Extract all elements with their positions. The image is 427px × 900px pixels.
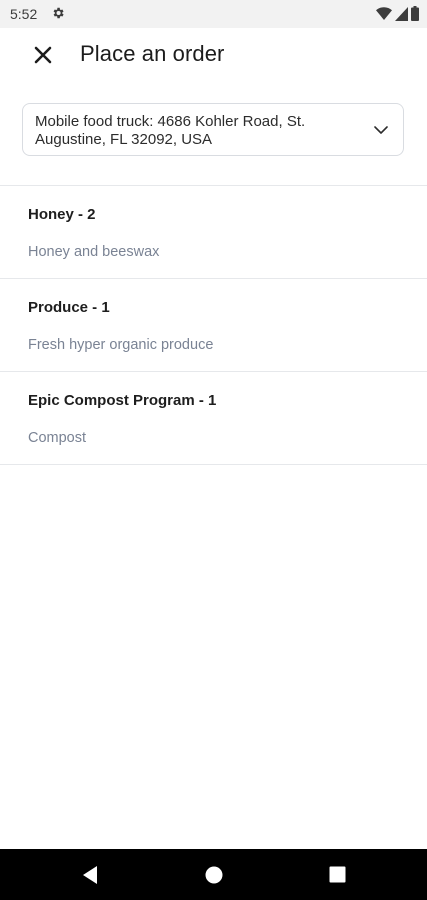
list-item[interactable]: Produce - 1 Fresh hyper organic produce [0,279,427,372]
location-value: Mobile food truck: 4686 Kohler Road, St.… [35,113,306,148]
recents-button[interactable] [307,849,367,900]
product-list: Honey - 2 Honey and beeswax Produce - 1 … [0,185,427,465]
item-description: Compost [28,430,87,446]
home-icon [205,866,223,883]
item-title: Epic Compost Program - 1 [28,392,217,409]
status-time: 5:52 [10,6,38,22]
item-description: Fresh hyper organic produce [28,337,214,353]
item-title: Produce - 1 [28,299,110,316]
battery-icon [411,6,419,21]
home-button[interactable] [184,849,244,900]
signal-icon [395,6,408,21]
chevron-down-icon [374,126,388,134]
page-title: Place an order [80,41,225,66]
gear-icon [53,7,64,19]
system-nav-bar [0,849,427,900]
app-bar: Place an order [0,28,427,84]
status-icons [376,6,419,21]
list-item[interactable]: Honey - 2 Honey and beeswax [0,186,427,279]
back-button[interactable] [60,849,120,900]
back-icon [83,865,97,884]
item-title: Honey - 2 [28,206,96,223]
item-description: Honey and beeswax [28,244,160,260]
status-bar: 5:52 [0,0,427,28]
order-screen: 5:52 Place an order Mobile food truck: 4… [0,0,427,900]
close-icon [34,46,52,64]
location-dropdown[interactable]: Mobile food truck: 4686 Kohler Road, St.… [22,103,404,156]
wifi-icon [376,6,392,20]
close-button[interactable] [26,38,60,72]
recents-icon [329,866,345,883]
list-item[interactable]: Epic Compost Program - 1 Compost [0,372,427,465]
